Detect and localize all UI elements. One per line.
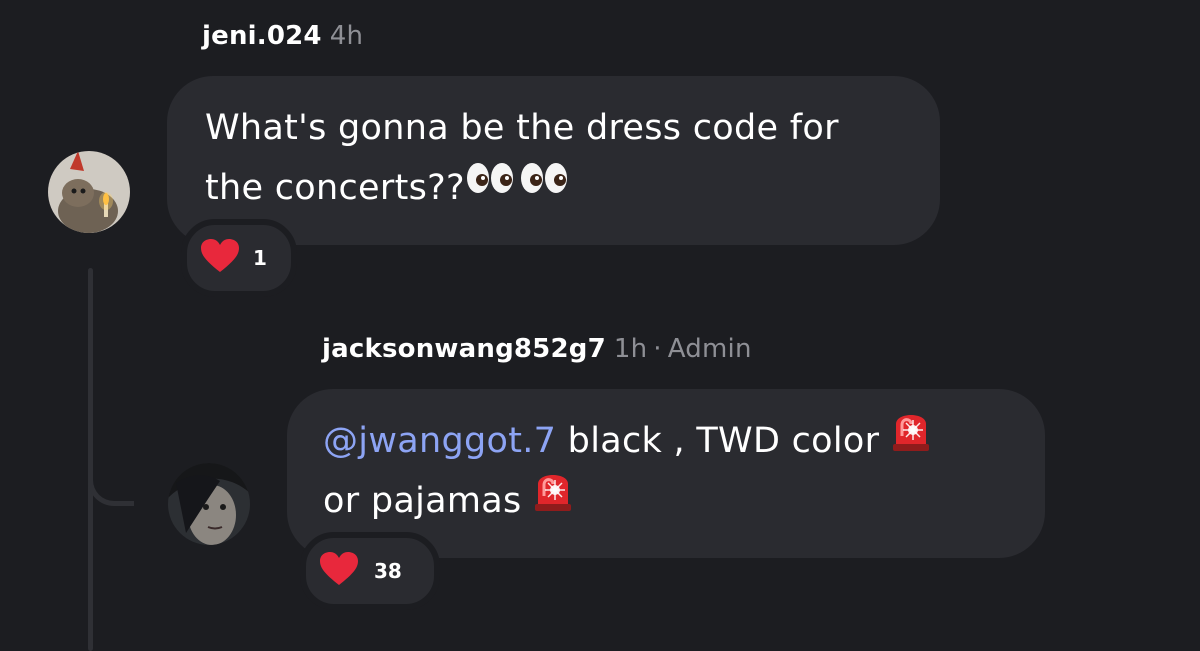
admin-label: Admin — [667, 334, 752, 364]
heart-icon — [201, 239, 239, 277]
reply-text-line1-row: @jwanggot.7 black , TWD color — [323, 411, 1045, 471]
comment-text-line2: the concerts?? — [205, 168, 465, 208]
reply-username[interactable]: jacksonwang852g7 — [322, 334, 606, 364]
reply-time: 1h — [613, 334, 648, 364]
heart-icon — [320, 552, 358, 590]
reply-header: jacksonwang852g7 1h · Admin — [322, 334, 752, 364]
police-light-emoji — [891, 406, 931, 471]
thread-line — [88, 268, 93, 651]
comment-text-line2-row: the concerts?? — [205, 158, 940, 218]
avatar[interactable] — [168, 463, 250, 545]
reply-text-line2: or pajamas — [323, 481, 533, 521]
eyes-emoji — [465, 155, 519, 215]
reaction-chip[interactable]: 38 — [300, 532, 440, 610]
eyes-emoji — [519, 155, 573, 215]
comment-time: 4h — [329, 21, 364, 51]
reply-text-line2-row: or pajamas — [323, 471, 1045, 531]
comment-header: jeni.024 4h — [202, 21, 363, 51]
meta-separator: · — [653, 334, 662, 364]
mention-link[interactable]: @jwanggot.7 — [323, 421, 556, 461]
police-light-emoji — [533, 466, 573, 531]
reaction-count: 38 — [374, 559, 402, 583]
avatar[interactable] — [48, 151, 130, 233]
comment-bubble[interactable]: What's gonna be the dress code for the c… — [167, 76, 940, 245]
comment-text-line1: What's gonna be the dress code for — [205, 108, 839, 148]
person-avatar-image — [168, 463, 250, 545]
reaction-count: 1 — [253, 246, 267, 270]
reaction-chip[interactable]: 1 — [181, 219, 297, 297]
reply-text-line1: black , TWD color — [556, 421, 891, 461]
comment-username[interactable]: jeni.024 — [202, 21, 322, 51]
cat-avatar-image — [48, 151, 130, 233]
thread-branch — [88, 470, 134, 506]
